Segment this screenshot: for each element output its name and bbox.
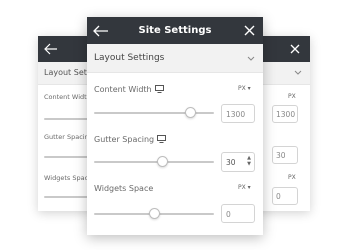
unit-select[interactable]: PX ▾ — [238, 184, 251, 191]
gutter-spacing-slider[interactable] — [94, 161, 214, 163]
arrow-left-icon[interactable] — [44, 43, 58, 55]
spinner-arrows-icon[interactable]: ▲ ▼ — [247, 155, 251, 167]
gutter-spacing-input[interactable]: 30 ▲ ▼ — [221, 152, 255, 172]
widgets-space-input[interactable]: 0 — [221, 204, 255, 223]
widgets-space-label: Widgets Space — [94, 184, 154, 193]
close-icon[interactable] — [290, 44, 300, 54]
unit-select[interactable]: PX ▾ — [238, 85, 251, 92]
content-width-input[interactable]: 1300 — [221, 104, 255, 123]
section-header[interactable]: Layout Settings — [87, 44, 263, 73]
site-settings-panel: Site Settings Layout Settings Content Wi… — [87, 17, 263, 235]
unit-select[interactable]: PX — [288, 174, 296, 181]
section-title: Layout Setti — [44, 68, 93, 77]
content-width-label: Content Widt — [44, 93, 87, 101]
number-input[interactable]: 1300 — [272, 105, 298, 123]
chevron-down-icon[interactable] — [294, 70, 302, 76]
gutter-spacing-label: Gutter Spacing — [94, 135, 155, 144]
content-width-label: Content Width — [94, 85, 152, 94]
chevron-down-icon[interactable] — [247, 56, 255, 62]
unit-select[interactable]: PX — [288, 93, 296, 100]
number-input[interactable]: 30 — [272, 146, 298, 164]
widgets-label: Widgets Spac — [44, 174, 89, 182]
slider-thumb[interactable] — [149, 208, 160, 219]
monitor-icon — [155, 85, 164, 93]
monitor-icon — [157, 135, 166, 143]
number-input[interactable]: 0 — [272, 187, 298, 205]
panel-title: Site Settings — [138, 25, 212, 36]
gutter-label: Gutter Spacin — [44, 133, 89, 141]
slider-thumb[interactable] — [157, 156, 168, 167]
close-icon[interactable] — [244, 25, 255, 36]
slider-thumb[interactable] — [185, 107, 196, 118]
section-title: Layout Settings — [94, 53, 165, 63]
content-width-slider[interactable] — [94, 112, 214, 114]
panel-header: Site Settings — [87, 17, 263, 44]
